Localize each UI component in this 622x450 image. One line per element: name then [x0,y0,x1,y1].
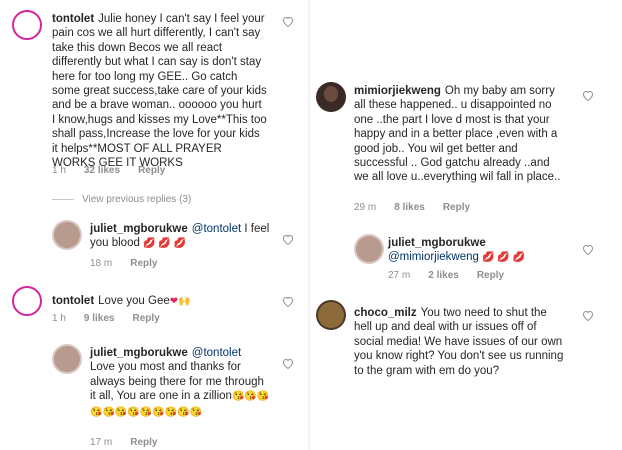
divider-line [52,198,74,200]
reply-username[interactable]: juliet_mgborukwe [90,347,188,359]
right-comments-panel: mimiorjiekweng Oh my baby am sorry all th… [310,0,622,450]
comment-likes[interactable]: 8 likes [394,202,425,213]
comment-time: 1 h [52,165,66,176]
reply-button[interactable]: Reply [443,202,470,213]
comment-body: tontolet Love you Gee❤🙌 [52,294,268,309]
reply-mention[interactable]: @tontolet [192,223,241,235]
comment-meta: 29 m 8 likes Reply [354,202,488,213]
comment-username[interactable]: tontolet [52,13,94,25]
reply-button[interactable]: Reply [133,313,160,324]
comment-body: mimiorjiekweng Oh my baby am sorry all th… [354,84,564,185]
comment-username[interactable]: tontolet [52,295,94,307]
avatar-choco-milz[interactable] [316,300,346,330]
comment-text: Julie honey I can't say I feel your pain… [52,13,267,170]
reply-button[interactable]: Reply [138,165,165,176]
comment-username[interactable]: mimiorjiekweng [354,85,441,97]
heart-outline-icon[interactable] [582,310,594,321]
comment-time: 1 h [52,313,66,324]
view-replies-label: View previous replies (3) [82,194,192,205]
left-comments-panel: tontolet Julie honey I can't say I feel y… [0,0,308,450]
avatar-juliet[interactable] [52,220,82,250]
comment-text: Oh my baby am sorry all these happened..… [354,85,561,184]
kiss-emoji: 💋 💋 💋 [482,252,526,264]
comment-body: tontolet Julie honey I can't say I feel y… [52,12,268,170]
comment-meta: 1 h 32 likes Reply [52,165,183,176]
heart-outline-icon[interactable] [282,358,294,369]
reply-meta: 27 m 2 likes Reply [388,270,522,281]
heart-outline-icon[interactable] [282,296,294,307]
reply-button[interactable]: Reply [130,258,157,269]
reply-meta: 17 m Reply [90,437,175,448]
comment-likes[interactable]: 32 likes [84,165,120,176]
reply-mention[interactable]: @tontolet [192,347,241,359]
heart-outline-icon[interactable] [282,234,294,245]
reply-button[interactable]: Reply [130,437,157,448]
avatar-tontolet[interactable] [12,10,42,40]
comment-likes[interactable]: 9 likes [84,313,115,324]
reply-username[interactable]: juliet_mgborukwe [388,237,486,249]
heart-outline-icon[interactable] [282,16,294,27]
comment-time: 29 m [354,202,377,213]
heart-outline-icon[interactable] [582,90,594,101]
comment-username[interactable]: choco_milz [354,307,417,319]
comment-text: Love you Gee [98,295,170,307]
reply-likes[interactable]: 2 likes [428,270,459,281]
reply-username[interactable]: juliet_mgborukwe [90,223,188,235]
reply-time: 17 m [90,437,113,448]
reply-meta: 18 m Reply [90,258,175,269]
heart-emoji: ❤🙌 [169,296,191,307]
reply-button[interactable]: Reply [477,270,504,281]
reply-body: juliet_mgborukwe @mimiorjiekweng 💋 💋 💋 [388,236,568,266]
kiss-emoji: 💋 💋 💋 [143,238,186,250]
comment-meta: 1 h 9 likes Reply [52,313,178,324]
comment-body: choco_milz You two need to shut the hell … [354,306,564,378]
reply-time: 27 m [388,270,411,281]
avatar-mimiorjiekweng[interactable] [316,82,346,112]
avatar-juliet[interactable] [354,234,384,264]
heart-outline-icon[interactable] [582,244,594,255]
reply-mention[interactable]: @mimiorjiekweng [388,251,479,263]
reply-time: 18 m [90,258,113,269]
avatar-juliet[interactable] [52,344,82,374]
reply-body: juliet_mgborukwe @tontolet Love you most a… [90,346,270,420]
reply-body: juliet_mgborukwe @tontolet I feel you blo… [90,222,270,252]
view-previous-replies[interactable]: View previous replies (3) [52,194,191,205]
avatar-tontolet[interactable] [12,286,42,316]
